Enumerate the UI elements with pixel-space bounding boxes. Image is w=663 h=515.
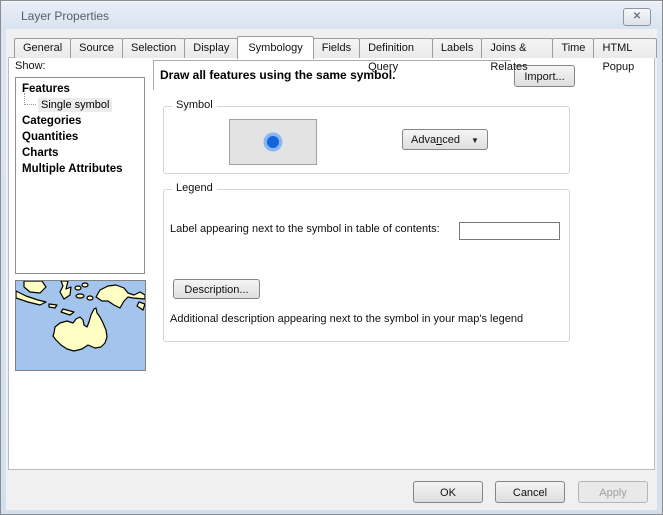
show-tree: Features Single symbol Categories Quanti… [15, 77, 145, 274]
cancel-button[interactable]: Cancel [495, 481, 565, 503]
show-label: Show: [15, 60, 46, 72]
tab-source[interactable]: Source [70, 38, 123, 58]
symbol-preview-button[interactable] [229, 119, 317, 165]
tab-symbology[interactable]: Symbology [237, 36, 313, 59]
tab-general[interactable]: General [14, 38, 71, 58]
tree-item-categories[interactable]: Categories [16, 113, 144, 129]
tab-html-popup[interactable]: HTML Popup [593, 38, 657, 58]
tree-item-quantities[interactable]: Quantities [16, 129, 144, 145]
ok-button[interactable]: OK [413, 481, 483, 503]
tab-labels[interactable]: Labels [432, 38, 482, 58]
method-header-text: Draw all features using the same symbol. [154, 61, 511, 82]
chevron-down-icon: ▼ [471, 136, 479, 145]
tab-selection[interactable]: Selection [122, 38, 185, 58]
tab-display[interactable]: Display [184, 38, 238, 58]
legend-groupbox-title: Legend [172, 182, 217, 194]
tab-fields[interactable]: Fields [313, 38, 360, 58]
legend-additional-text: Additional description appearing next to… [170, 313, 560, 325]
symbol-groupbox: Symbol Advanced ▼ [163, 106, 570, 174]
tab-time[interactable]: Time [552, 38, 594, 58]
description-button[interactable]: Description... [173, 279, 260, 299]
tab-definition-query[interactable]: Definition Query [359, 38, 433, 58]
layer-properties-dialog: Layer Properties ✕ General Source Select… [0, 0, 663, 515]
legend-label-input[interactable] [459, 222, 560, 240]
tree-item-single-symbol[interactable]: Single symbol [16, 97, 144, 113]
close-button[interactable]: ✕ [623, 8, 651, 26]
tree-item-charts[interactable]: Charts [16, 145, 144, 161]
point-symbol-icon [261, 130, 285, 154]
tree-item-label-selected: Single symbol [38, 98, 112, 112]
dialog-client-area: General Source Selection Display Symbolo… [6, 29, 657, 510]
dialog-title: Layer Properties [21, 9, 109, 23]
legend-label-text: Label appearing next to the symbol in ta… [170, 223, 460, 235]
symbology-tab-page: Show: Features Single symbol Categories … [8, 57, 655, 470]
tab-strip: General Source Selection Display Symbolo… [14, 35, 657, 58]
advanced-dropdown-button[interactable]: Advanced ▼ [402, 129, 488, 150]
title-bar[interactable]: Layer Properties ✕ [1, 1, 662, 30]
method-header: Draw all features using the same symbol. [153, 60, 511, 90]
apply-button: Apply [578, 481, 648, 503]
tab-joins-relates[interactable]: Joins & Relates [481, 38, 553, 58]
tree-connector-icon [24, 93, 36, 105]
legend-groupbox: Legend Label appearing next to the symbo… [163, 189, 570, 342]
close-icon: ✕ [633, 11, 641, 22]
map-preview [15, 280, 146, 371]
symbol-groupbox-title: Symbol [172, 99, 217, 111]
tree-item-multiple-attributes[interactable]: Multiple Attributes [16, 161, 144, 177]
